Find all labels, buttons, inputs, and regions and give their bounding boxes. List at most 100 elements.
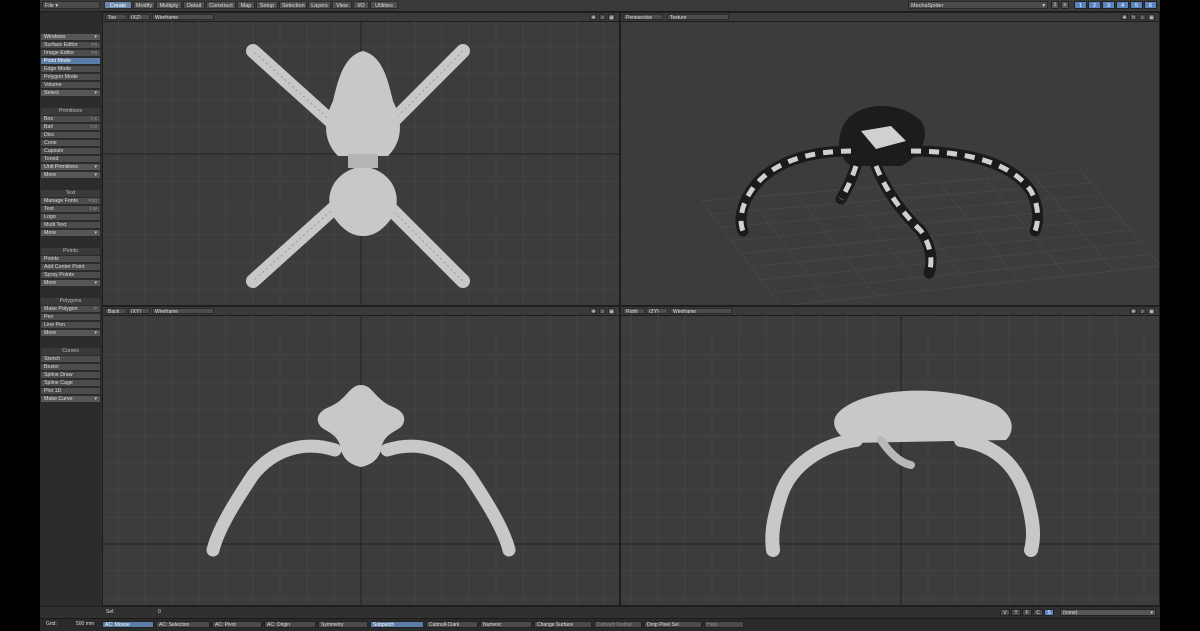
render-mode-dropdown[interactable]: Wireframe: [670, 308, 732, 314]
mode-s[interactable]: S: [1044, 609, 1054, 616]
tool-windows-menu[interactable]: Windows: [41, 34, 100, 41]
layer-6[interactable]: 6: [1144, 1, 1157, 9]
tool-cone-button[interactable]: Cone: [41, 140, 100, 147]
tab-layers[interactable]: Layers: [308, 1, 331, 9]
layer-5[interactable]: 5: [1130, 1, 1143, 9]
mode-t[interactable]: T: [1011, 609, 1021, 616]
tool-points-button[interactable]: Points: [41, 256, 100, 263]
tab-create[interactable]: Create: [104, 1, 132, 9]
viewport-right[interactable]: Right (ZY) Wireframe ✥ ⌕ ▣: [620, 306, 1160, 606]
ac-origin-button[interactable]: AC: Origin: [264, 621, 316, 628]
tool-polygon-mode-button[interactable]: Polygon Mode: [41, 74, 100, 81]
tool-sketch-button[interactable]: Sketch: [41, 356, 100, 363]
change-surface-button[interactable]: Change Surface: [534, 621, 592, 628]
ac-mouse-button[interactable]: AC: Mouse: [102, 621, 154, 628]
tab-modify[interactable]: Modify: [133, 1, 155, 9]
render-mode-dropdown[interactable]: Wireframe: [152, 308, 214, 314]
tool-spline-cage-button[interactable]: Spline Cage: [41, 380, 100, 387]
layer-4[interactable]: 4: [1116, 1, 1129, 9]
drop-pixel-sel-button[interactable]: Drop Pixel Sel: [644, 621, 702, 628]
view-type-dropdown[interactable]: Top: [105, 14, 127, 20]
tab-view[interactable]: View: [332, 1, 352, 9]
tool-volume-button[interactable]: Volume: [41, 82, 100, 89]
viewport-perspective[interactable]: Perspective Texture ✥ ↻ ⌕ ▣: [620, 12, 1160, 306]
tool-surface-editor-button[interactable]: Surface Editor F5: [41, 42, 100, 49]
tool-multi-text-button[interactable]: Multi Text: [41, 222, 100, 229]
viewport-back[interactable]: Back (XY) Wireframe ✥ ⌕ ▣: [102, 306, 620, 606]
tool-add-center-point-button[interactable]: Add Center Point: [41, 264, 100, 271]
tool-unit-primitives-menu[interactable]: Unit Primitives: [41, 164, 100, 171]
zoom-icon[interactable]: ⌕: [1139, 308, 1146, 315]
viewport-canvas[interactable]: [621, 315, 1159, 605]
view-type-dropdown[interactable]: Right: [623, 308, 645, 314]
move-view-icon[interactable]: ✥: [1121, 14, 1128, 21]
tool-point-mode-button[interactable]: Point Mode: [41, 58, 100, 65]
vmap-select[interactable]: (none) ▾: [1060, 609, 1156, 616]
tool-edge-mode-button[interactable]: Edge Mode: [41, 66, 100, 73]
view-type-dropdown[interactable]: Perspective: [623, 14, 663, 20]
tab-map[interactable]: Map: [237, 1, 255, 9]
zoom-icon[interactable]: ⌕: [599, 14, 606, 21]
maximize-icon[interactable]: ▣: [1148, 14, 1155, 21]
subpatch-button[interactable]: Subpatch: [370, 621, 424, 628]
tool-select-menu[interactable]: Select: [41, 90, 100, 97]
layer-2[interactable]: 2: [1088, 1, 1101, 9]
tab-multiply[interactable]: Multiply: [156, 1, 182, 9]
rotate-view-icon[interactable]: ↻: [1130, 14, 1137, 21]
numeric-button[interactable]: Numeric: [480, 621, 532, 628]
tab-selection[interactable]: Selection: [279, 1, 307, 9]
tab-io[interactable]: I/O: [353, 1, 369, 9]
tool-make-polygon-button[interactable]: Make Polygon P: [41, 306, 100, 313]
tool-toroid-button[interactable]: Toroid: [41, 156, 100, 163]
move-view-icon[interactable]: ✥: [590, 308, 597, 315]
ac-selection-button[interactable]: AC: Selection: [156, 621, 210, 628]
view-type-dropdown[interactable]: Back: [105, 308, 127, 314]
help-button[interactable]: Help: [704, 621, 744, 628]
maximize-icon[interactable]: ▣: [608, 14, 615, 21]
tab-detail[interactable]: Detail: [183, 1, 205, 9]
tool-spray-points-button[interactable]: Spray Points: [41, 272, 100, 279]
maximize-icon[interactable]: ▣: [1148, 308, 1155, 315]
layer-options-icon[interactable]: ≡: [1061, 1, 1069, 9]
view-axis-dropdown[interactable]: (XY): [128, 308, 150, 314]
tool-plot-1d-button[interactable]: Plot 1D: [41, 388, 100, 395]
tool-bezier-button[interactable]: Bezier: [41, 364, 100, 371]
move-view-icon[interactable]: ✥: [590, 14, 597, 21]
tool-capsule-button[interactable]: Capsule: [41, 148, 100, 155]
tool-more-menu[interactable]: More: [41, 172, 100, 179]
viewport-canvas[interactable]: [103, 21, 619, 305]
render-mode-dropdown[interactable]: Wireframe: [152, 14, 214, 20]
tool-ball-button[interactable]: Ball ⇧O: [41, 124, 100, 131]
tool-box-button[interactable]: Box ⇧X: [41, 116, 100, 123]
layer-1[interactable]: 1: [1074, 1, 1087, 9]
zoom-icon[interactable]: ⌕: [599, 308, 606, 315]
zoom-icon[interactable]: ⌕: [1139, 14, 1146, 21]
view-axis-dropdown[interactable]: (ZY): [646, 308, 668, 314]
mode-v[interactable]: V: [1000, 609, 1010, 616]
tool-line-pen-button[interactable]: Line Pen: [41, 322, 100, 329]
object-select[interactable]: MechaSpider ▾: [908, 1, 1048, 9]
viewport-canvas[interactable]: [103, 315, 619, 605]
view-axis-dropdown[interactable]: (XZ): [128, 14, 150, 20]
tool-pen-button[interactable]: Pen: [41, 314, 100, 321]
tool-more-menu[interactable]: More: [41, 280, 100, 287]
tool-logo-button[interactable]: Logo: [41, 214, 100, 221]
convert-toolbar-button[interactable]: Convert Toolbar: [594, 621, 642, 628]
symmetry-button[interactable]: Symmetry: [318, 621, 368, 628]
move-view-icon[interactable]: ✥: [1130, 308, 1137, 315]
file-menu[interactable]: File ▾: [42, 1, 100, 9]
tool-make-curve-menu[interactable]: Make Curve: [41, 396, 100, 403]
mode-f[interactable]: F: [1022, 609, 1032, 616]
tab-construct[interactable]: Construct: [206, 1, 236, 9]
maximize-icon[interactable]: ▣: [608, 308, 615, 315]
catmull-clark-button[interactable]: Catmull-Clark: [426, 621, 478, 628]
render-mode-dropdown[interactable]: Texture: [667, 14, 729, 20]
layer-3[interactable]: 3: [1102, 1, 1115, 9]
mode-c[interactable]: C: [1033, 609, 1043, 616]
page-indicator[interactable]: 1: [1051, 1, 1059, 9]
tool-image-editor-button[interactable]: Image Editor F6: [41, 50, 100, 57]
tab-utilities[interactable]: Utilities: [370, 1, 398, 9]
tool-disc-button[interactable]: Disc: [41, 132, 100, 139]
tool-text-button[interactable]: Text ⇧W: [41, 206, 100, 213]
tool-manage-fonts-button[interactable]: Manage Fonts F10: [41, 198, 100, 205]
